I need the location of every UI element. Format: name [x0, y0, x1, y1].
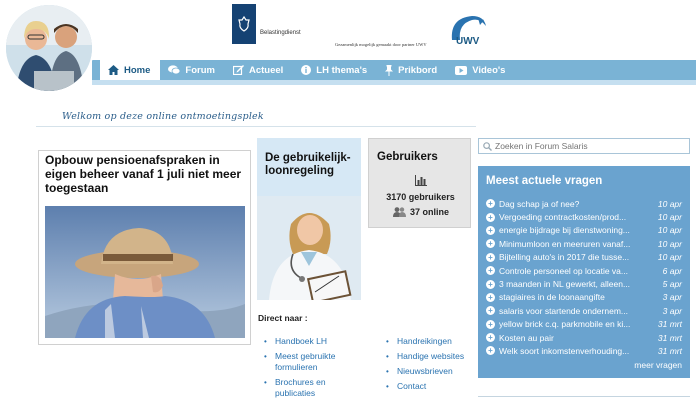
question-item[interactable]: + yellow brick c.q. parkmobile en ki... 31… — [486, 318, 682, 331]
direct-links-title: Direct naar : — [258, 313, 308, 323]
loonregeling-title[interactable]: De gebruikelijk-loonregeling — [265, 152, 361, 178]
nav-videos-label: Video's — [472, 64, 506, 76]
link-formulieren[interactable]: Meest gebruikte formulieren — [264, 351, 364, 373]
search-input[interactable] — [495, 141, 685, 151]
latest-questions-title: Meest actuele vragen — [486, 175, 603, 187]
user-count: 3170 gebruikers — [386, 192, 455, 202]
featured-article-card[interactable]: Opbouw pensioenafspraken in eigen beheer… — [38, 150, 251, 345]
question-item[interactable]: + Welk soort inkomstenverhouding... 31 mrt — [486, 344, 682, 357]
link-nieuwsbrieven[interactable]: Nieuwsbrieven — [386, 366, 486, 377]
users-title: Gebruikers — [377, 151, 438, 163]
plus-circle-icon: + — [486, 292, 495, 302]
hero-photo — [4, 3, 94, 93]
plus-circle-icon: + — [486, 199, 495, 209]
nav-actueel[interactable]: Actueel — [225, 60, 293, 80]
home-icon — [108, 65, 119, 75]
loonregeling-photo[interactable] — [257, 196, 361, 300]
crest-icon — [232, 4, 256, 44]
plus-circle-icon: + — [486, 333, 495, 343]
nav-prikbord[interactable]: Prikbord — [377, 60, 447, 80]
online-count: 37 online — [393, 207, 449, 217]
nav-subbar — [92, 80, 696, 85]
plus-circle-icon: + — [486, 239, 495, 249]
pin-icon — [385, 64, 394, 76]
question-item[interactable]: + Kosten au pair 31 mrt — [486, 331, 682, 344]
plus-circle-icon: + — [486, 279, 495, 289]
question-item[interactable]: + Dag schap ja of nee? 10 apr — [486, 197, 682, 210]
featured-article-title[interactable]: Opbouw pensioenafspraken in eigen beheer… — [45, 153, 245, 195]
search-icon[interactable] — [483, 141, 492, 151]
loonregeling-card[interactable]: De gebruikelijk-loonregeling — [257, 138, 361, 300]
main-nav: Home Forum Actueel LH thema's Prikbord V… — [92, 60, 696, 80]
question-item[interactable]: + Bijtelling auto's in 2017 die tusse... 1… — [486, 251, 682, 264]
bar-chart-icon — [415, 175, 427, 186]
users-card: Gebruikers 3170 gebruikers 37 online — [368, 138, 471, 228]
nav-home[interactable]: Home — [100, 60, 161, 80]
belastingdienst-label: Belastingdienst — [260, 30, 301, 36]
question-item[interactable]: +3 maanden in NL gewerkt, alleen... 5 apr — [486, 277, 682, 290]
more-questions-link[interactable]: meer vragen — [486, 360, 682, 370]
welcome-text: Welkom op deze online ontmoetingsplek — [62, 111, 264, 122]
plus-circle-icon: + — [486, 319, 495, 329]
plus-circle-icon: + — [486, 346, 495, 356]
nav-lh-themas-label: LH thema's — [316, 64, 368, 76]
link-contact[interactable]: Contact — [386, 381, 486, 392]
edit-icon — [232, 65, 244, 75]
nav-forum[interactable]: Forum — [160, 60, 225, 80]
divider — [36, 126, 476, 127]
plus-circle-icon: + — [486, 266, 495, 276]
direct-links-left: Handboek LH Meest gebruikte formulieren … — [264, 336, 364, 400]
online-count-label: 37 online — [410, 207, 450, 217]
nav-forum-label: Forum — [185, 64, 215, 76]
video-icon — [455, 65, 468, 75]
forum-search[interactable] — [478, 138, 690, 154]
nav-videos[interactable]: Video's — [447, 60, 515, 80]
question-item[interactable]: + energie bijdrage bij dienstwoning... 10 … — [486, 224, 682, 237]
nav-prikbord-label: Prikbord — [398, 64, 438, 76]
question-item[interactable]: + Vergoeding contractkosten/prod... 10 apr — [486, 210, 682, 223]
users-icon — [393, 207, 406, 217]
question-item[interactable]: + salaris voor startende ondernem... 3 apr — [486, 304, 682, 317]
uwv-logo-text: UWV — [456, 36, 480, 47]
page: Belastingdienst Gezamenlijk mogelijk gem… — [0, 0, 696, 400]
plus-circle-icon: + — [486, 212, 495, 222]
link-websites[interactable]: Handige websites — [386, 351, 486, 362]
question-item[interactable]: + Controle personeel op locatie va... 6 ap… — [486, 264, 682, 277]
featured-article-photo[interactable] — [45, 206, 245, 338]
nav-lh-themas[interactable]: LH thema's — [293, 60, 377, 80]
divider — [478, 396, 690, 397]
belastingdienst-logo[interactable] — [232, 4, 256, 44]
nav-actueel-label: Actueel — [248, 64, 284, 76]
plus-circle-icon: + — [486, 252, 495, 262]
nav-home-label: Home — [124, 64, 151, 76]
question-item[interactable]: + stagiaires in de loonaangifte 3 apr — [486, 291, 682, 304]
direct-links-right: Handreikingen Handige websites Nieuwsbri… — [386, 336, 486, 396]
plus-circle-icon: + — [486, 306, 495, 316]
info-icon — [301, 65, 312, 75]
link-handboek[interactable]: Handboek LH — [264, 336, 364, 347]
plus-circle-icon: + — [486, 225, 495, 235]
partner-text: Gezamenlijk mogelijk gemaakt door partne… — [335, 42, 427, 47]
latest-questions-panel: Meest actuele vragen + Dag schap ja of ne… — [478, 166, 690, 378]
question-item[interactable]: + Minimumloon en meeruren vanaf... 10 apr — [486, 237, 682, 250]
link-brochures[interactable]: Brochures en publicaties — [264, 377, 364, 399]
link-handreikingen[interactable]: Handreikingen — [386, 336, 486, 347]
uwv-logo[interactable]: UWV — [446, 12, 488, 52]
chat-icon — [168, 65, 181, 75]
